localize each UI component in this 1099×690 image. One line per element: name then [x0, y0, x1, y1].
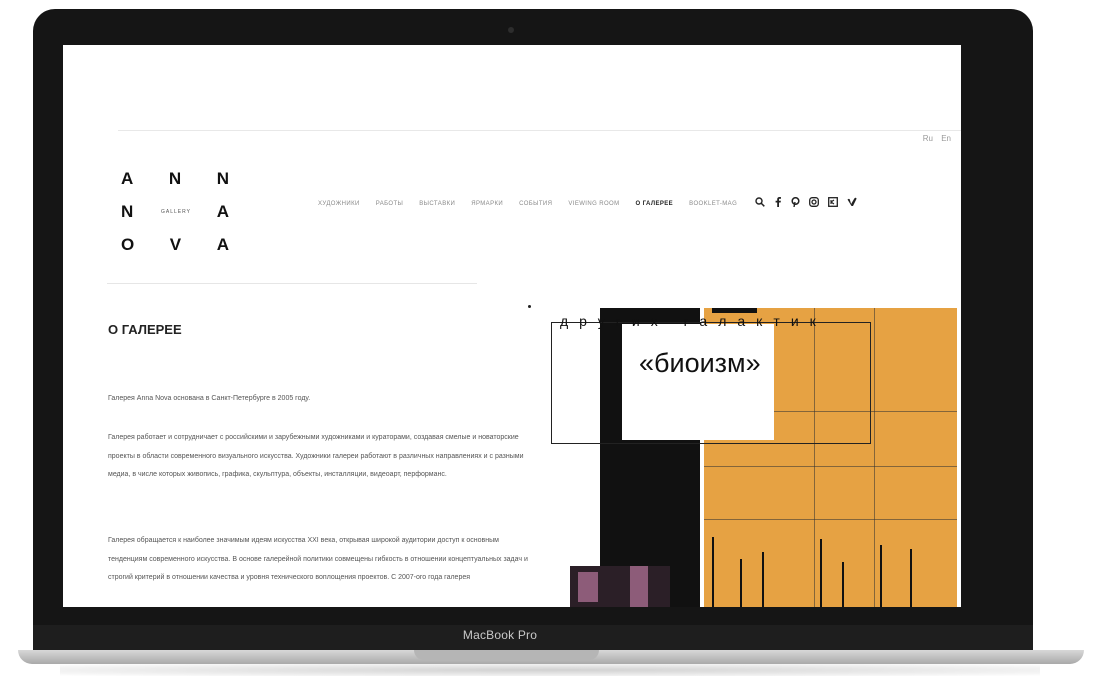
- lang-en[interactable]: En: [941, 134, 951, 143]
- nav-events[interactable]: СОБЫТИЯ: [519, 201, 552, 207]
- device-label: MacBook Pro: [462, 628, 538, 642]
- spike: [712, 537, 714, 607]
- nav-fairs[interactable]: ЯРМАРКИ: [471, 201, 503, 207]
- vk-icon[interactable]: [828, 197, 839, 210]
- language-switcher: Ru En: [917, 134, 951, 143]
- grid-line: [704, 466, 957, 467]
- spike: [910, 549, 912, 607]
- spike: [820, 539, 822, 607]
- logo-gallery-word: GALLERY: [161, 208, 191, 215]
- search-icon[interactable]: [755, 197, 765, 210]
- logo-letter: A: [121, 168, 136, 188]
- vimeo-icon[interactable]: [847, 197, 857, 210]
- banner-line-1: других галактик: [560, 313, 827, 329]
- title-card: [622, 324, 774, 440]
- lang-ru[interactable]: Ru: [923, 134, 933, 143]
- nav-booklet[interactable]: BOOKLET-MAG: [689, 201, 737, 207]
- nav-exhibitions[interactable]: ВЫСТАВКИ: [419, 201, 455, 207]
- laptop-notch: [414, 650, 599, 660]
- camera: [508, 27, 514, 33]
- artwork-photo: [570, 566, 670, 607]
- logo-letter: A: [216, 201, 231, 221]
- facebook-icon[interactable]: [774, 197, 782, 210]
- exhibition-banner[interactable]: других галактик «биоизм»: [528, 301, 961, 607]
- about-paragraph: Галерея работает и сотрудничает с россий…: [108, 434, 524, 478]
- nav-artists[interactable]: ХУДОЖНИКИ: [318, 201, 360, 207]
- nav-works[interactable]: РАБОТЫ: [376, 201, 404, 207]
- page-title: О ГАЛЕРЕЕ: [108, 321, 182, 337]
- logo-letter: V: [169, 234, 184, 254]
- logo-letter: N: [216, 168, 231, 188]
- grid-line: [704, 519, 957, 520]
- gallery-logo[interactable]: A N N N GALLERY A O V A: [121, 162, 231, 261]
- spike: [740, 559, 742, 607]
- section-divider: [107, 283, 477, 284]
- pinterest-icon[interactable]: [791, 196, 800, 210]
- logo-letter: O: [121, 234, 137, 254]
- spike: [842, 562, 844, 607]
- nav-about[interactable]: О ГАЛЕРЕЕ: [635, 201, 673, 207]
- logo-letter: A: [216, 234, 231, 254]
- browser-screen: Ru En A N N N GALLERY A O V A ХУДОЖНИКИ …: [63, 45, 961, 607]
- grid-line: [874, 308, 875, 607]
- decor-dot: [528, 305, 531, 308]
- instagram-icon[interactable]: [809, 197, 820, 210]
- logo-letter: N: [121, 201, 136, 221]
- banner-line-2: «биоизм»: [639, 348, 761, 378]
- intro-paragraph: Галерея Anna Nova основана в Санкт-Петер…: [108, 395, 311, 402]
- mission-paragraph: Галерея обращается к наиболее значимым и…: [108, 537, 528, 581]
- header-line: [118, 130, 961, 131]
- nav-viewing-room[interactable]: VIEWING ROOM: [568, 201, 619, 207]
- spike: [762, 552, 764, 607]
- laptop-shadow: [60, 664, 1040, 676]
- spike: [880, 545, 882, 607]
- main-nav: ХУДОЖНИКИ РАБОТЫ ВЫСТАВКИ ЯРМАРКИ СОБЫТИ…: [318, 196, 866, 210]
- logo-letter: N: [168, 168, 184, 188]
